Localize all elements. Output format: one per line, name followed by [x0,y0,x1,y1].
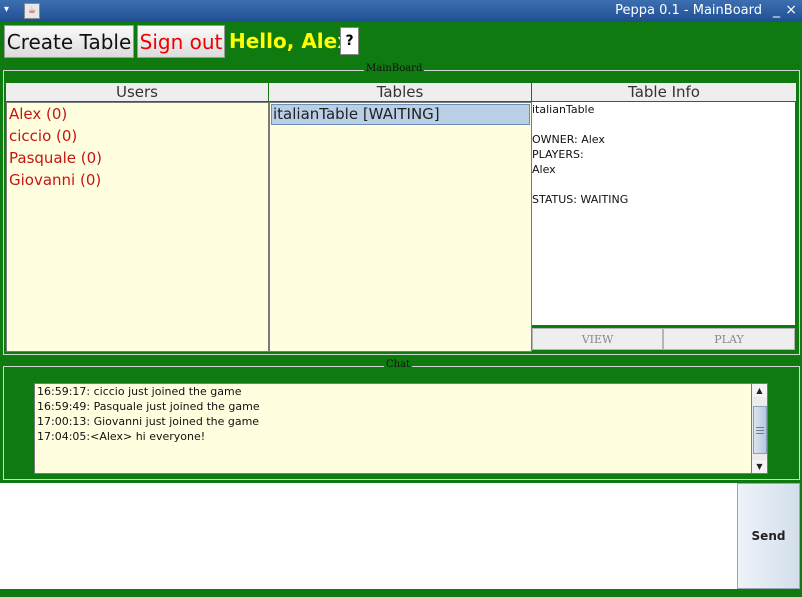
chat-input[interactable] [0,483,737,589]
users-header: Users [6,83,268,101]
info-line: PLAYERS: [532,148,584,161]
list-item[interactable]: Giovanni (0) [7,169,268,191]
scroll-down-icon[interactable]: ▼ [752,460,767,473]
top-toolbar: Create Table Sign out Hello, Alex ? [0,22,802,62]
scrollbar-thumb[interactable] [753,406,767,454]
java-cup-icon: ☕ [24,3,40,19]
sign-out-button[interactable]: Sign out [137,25,225,58]
info-line: OWNER: Alex [532,133,605,146]
chat-scrollbar[interactable]: ▲ ▼ [751,383,768,474]
system-menu-icon[interactable]: ▾ [4,4,16,16]
tables-list[interactable]: italianTable [WAITING] [269,102,532,352]
view-button[interactable]: VIEW [532,328,663,350]
list-item[interactable]: Alex (0) [7,103,268,125]
chat-message: 16:59:17: ciccio just joined the game [37,385,242,398]
users-list[interactable]: Alex (0) ciccio (0) Pasquale (0) Giovann… [6,102,269,352]
list-item[interactable]: Pasquale (0) [7,147,268,169]
create-table-button[interactable]: Create Table [4,25,134,58]
play-button[interactable]: PLAY [663,328,795,350]
chat-title: Chat [384,359,413,370]
table-info-header: Table Info [532,83,796,101]
list-item-selected[interactable]: italianTable [WAITING] [271,104,530,125]
info-line: italianTable [532,103,595,116]
chat-log[interactable]: 16:59:17: ciccio just joined the game 16… [34,383,752,474]
minimize-icon[interactable]: _ [773,2,780,18]
info-line [532,117,795,132]
mainboard-title: MainBoard [364,63,425,74]
info-line: STATUS: WAITING [532,193,629,206]
window-titlebar: ▾ ☕ Peppa 0.1 - MainBoard _ × [0,0,802,22]
close-icon[interactable]: × [785,2,797,18]
table-info-panel: italianTable OWNER: Alex PLAYERS: Alex S… [532,102,795,325]
chat-message: 16:59:49: Pasquale just joined the game [37,400,260,413]
scroll-up-icon[interactable]: ▲ [752,384,767,397]
greeting-label: Hello, Alex [229,29,351,53]
send-button[interactable]: Send [737,483,800,589]
chat-message: 17:04:05:<Alex> hi everyone! [37,430,206,443]
help-button[interactable]: ? [340,27,359,55]
window-title: Peppa 0.1 - MainBoard [615,3,762,18]
info-line [532,177,795,192]
chat-message: 17:00:13: Giovanni just joined the game [37,415,260,428]
tables-header: Tables [269,83,531,101]
list-item[interactable]: ciccio (0) [7,125,268,147]
info-line: Alex [532,163,556,176]
